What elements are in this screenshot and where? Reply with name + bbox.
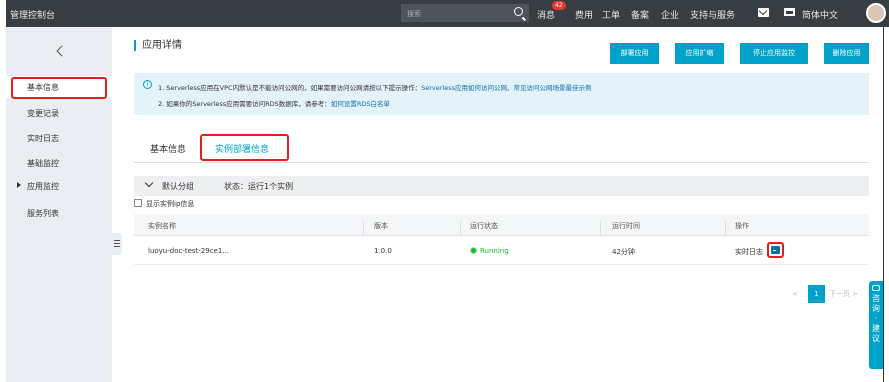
search-icon[interactable] bbox=[514, 7, 523, 16]
language-switch[interactable]: 简体中文 bbox=[802, 8, 838, 21]
rds-whitelist-link[interactable]: 如何设置RDS白名单 bbox=[331, 100, 390, 108]
search-placeholder: 搜索 bbox=[407, 10, 421, 18]
highlight-box bbox=[200, 134, 289, 161]
avatar[interactable] bbox=[866, 3, 886, 23]
public-access-examples-link[interactable]: 常见访问公网场景最佳示例 bbox=[513, 84, 591, 92]
instance-name: luoyu-doc-test-29ce1... bbox=[148, 247, 230, 255]
show-ip-checkbox[interactable] bbox=[134, 199, 142, 207]
notice-text: 2. 如果你的Serverless应用需要访问RDS数据库，请参考： bbox=[158, 100, 331, 108]
stop-monitor-button[interactable]: 停止应用监控 bbox=[740, 43, 808, 64]
sidebar-item-label: 变更记录 bbox=[27, 109, 59, 118]
highlight-box bbox=[767, 242, 784, 258]
col-instance-name: 实例名称 bbox=[148, 222, 176, 230]
nav-enterprise[interactable]: 企业 bbox=[661, 8, 679, 21]
group-header[interactable]: 默认分组 状态：运行1个实例 bbox=[134, 176, 869, 196]
nav-messages[interactable]: 消息 bbox=[537, 8, 555, 21]
notice-line-1: 1. Serverless应用在VPC内默认是不能访问公网的，如果需要访问公网请… bbox=[158, 82, 591, 92]
mail-icon[interactable] bbox=[758, 8, 769, 17]
highlight-box bbox=[11, 77, 107, 99]
top-bar: 管理控制台 搜索 消息 42 费用 工单 备案 企业 支持与服务 简体中文 bbox=[6, 0, 889, 27]
nav-billing[interactable]: 费用 bbox=[575, 8, 593, 21]
info-icon: i bbox=[143, 80, 152, 89]
group-status: 状态：运行1个实例 bbox=[224, 182, 294, 191]
consult-suggest-button[interactable]: 咨 询 · 建 议 bbox=[869, 281, 883, 369]
console-brand[interactable]: 管理控制台 bbox=[10, 8, 55, 21]
scale-app-button[interactable]: 应用扩缩 bbox=[675, 43, 724, 64]
sidebar-item-service-list[interactable]: 服务列表 bbox=[6, 202, 112, 224]
prev-page-button[interactable]: < bbox=[792, 285, 806, 303]
cart-icon[interactable] bbox=[784, 8, 795, 16]
search-input[interactable]: 搜索 bbox=[401, 4, 529, 22]
vpc-public-access-link[interactable]: Serverless应用如何访问公网 bbox=[421, 84, 507, 92]
realtime-log-link[interactable]: 实时日志 bbox=[735, 247, 763, 257]
page-title: 应用详情 bbox=[134, 40, 182, 51]
instance-version: 1.0.0 bbox=[374, 247, 392, 255]
table-row: luoyu-doc-test-29ce1... 1.0.0 Running 42… bbox=[134, 237, 869, 265]
sidebar-item-change-log[interactable]: 变更记录 bbox=[6, 102, 112, 124]
delete-app-button[interactable]: 删除应用 bbox=[824, 43, 869, 64]
col-version: 版本 bbox=[374, 222, 388, 230]
sidebar-item-app-monitor[interactable]: 应用监控 bbox=[6, 175, 112, 197]
chat-icon bbox=[872, 285, 880, 291]
sidebar-item-realtime-log[interactable]: 实时日志 bbox=[6, 127, 112, 149]
nav-support[interactable]: 支持与服务 bbox=[690, 8, 735, 21]
col-runtime: 运行时间 bbox=[612, 222, 640, 230]
group-name: 默认分组 bbox=[162, 182, 194, 191]
back-arrow-icon[interactable] bbox=[56, 45, 68, 57]
running-dot-icon bbox=[470, 247, 477, 254]
instance-status: Running bbox=[470, 247, 509, 255]
notice-banner: i 1. Serverless应用在VPC内默认是不能访问公网的，如果需要访问公… bbox=[134, 73, 869, 115]
table-header: 实例名称 版本 运行状态 运行时间 操作 bbox=[134, 214, 869, 236]
sidebar-item-basic-monitor[interactable]: 基础监控 bbox=[6, 152, 112, 174]
next-page-button[interactable]: 下一页 > bbox=[829, 285, 869, 303]
col-actions: 操作 bbox=[735, 222, 749, 230]
sidebar-collapse-handle[interactable] bbox=[112, 233, 122, 255]
show-ip-checkbox-row[interactable]: 显示实例ip信息 bbox=[134, 199, 194, 209]
show-ip-label: 显示实例ip信息 bbox=[146, 200, 195, 208]
messages-badge: 42 bbox=[552, 1, 566, 10]
instance-runtime: 42分钟 bbox=[612, 248, 635, 256]
notice-text: 1. Serverless应用在VPC内默认是不能访问公网的，如果需要访问公网请… bbox=[158, 84, 422, 92]
sidebar-item-label: 服务列表 bbox=[27, 209, 59, 218]
sidebar-item-label: 实时日志 bbox=[27, 134, 59, 143]
deploy-app-button[interactable]: 部署应用 bbox=[610, 43, 659, 64]
sidebar-item-label: 应用监控 bbox=[27, 182, 59, 191]
tab-basic-info[interactable]: 基本信息 bbox=[150, 142, 186, 155]
chevron-down-icon[interactable] bbox=[144, 178, 154, 188]
notice-line-2: 2. 如果你的Serverless应用需要访问RDS数据库，请参考：如何设置RD… bbox=[158, 98, 390, 108]
sidebar-item-label: 基础监控 bbox=[27, 159, 59, 168]
right-border bbox=[883, 27, 884, 382]
col-status: 运行状态 bbox=[470, 222, 498, 230]
status-text: Running bbox=[480, 247, 509, 255]
nav-tickets[interactable]: 工单 bbox=[602, 8, 620, 21]
nav-icp[interactable]: 备案 bbox=[631, 8, 649, 21]
page-1-button[interactable]: 1 bbox=[808, 285, 825, 303]
caret-right-icon bbox=[17, 182, 21, 188]
